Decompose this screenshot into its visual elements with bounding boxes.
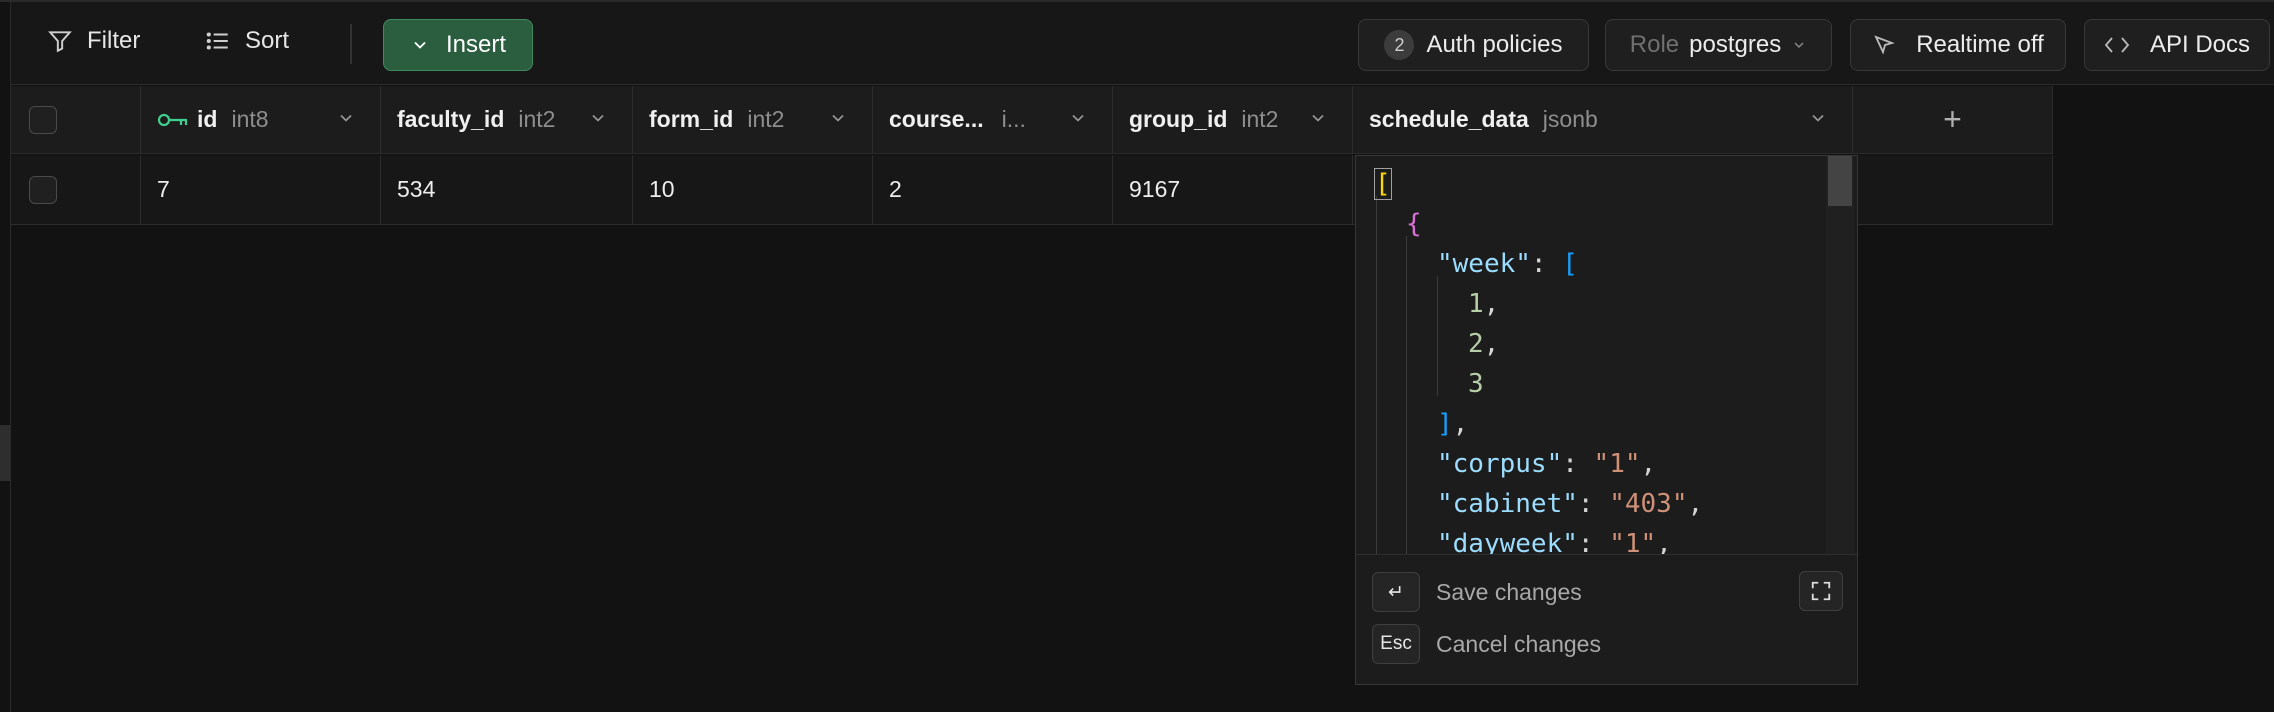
code-line: "cabinet": "403", xyxy=(1437,489,1704,519)
column-type: int2 xyxy=(518,106,556,132)
expand-editor-button[interactable] xyxy=(1799,571,1843,611)
row-checkbox[interactable] xyxy=(29,175,57,204)
json-editor-popup: [ { "week": [ 1, 2, 3 ], "corpus": "1", … xyxy=(1355,155,1858,685)
save-changes-button[interactable]: ↵ Save changes xyxy=(1372,572,1582,612)
cancel-changes-button[interactable]: Esc Cancel changes xyxy=(1372,624,1601,664)
table-cell-course[interactable]: 2 xyxy=(873,155,1113,225)
table-cell-id[interactable]: 7 xyxy=(141,155,381,225)
api-docs-button[interactable]: API Docs xyxy=(2084,19,2270,71)
policy-count-badge: 2 xyxy=(1384,30,1415,60)
role-selector[interactable]: Role postgres xyxy=(1605,19,1832,71)
column-type: int2 xyxy=(747,106,785,132)
column-type: jsonb xyxy=(1542,106,1598,132)
editor-scrollbar[interactable] xyxy=(1826,156,1854,554)
column-header-group-id[interactable]: group_id int2 xyxy=(1113,86,1353,154)
api-docs-label: API Docs xyxy=(2149,31,2251,58)
code-line: { xyxy=(1406,209,1422,239)
chevron-down-icon[interactable] xyxy=(1808,108,1828,128)
role-value: postgres xyxy=(1689,31,1782,58)
scrollbar-thumb[interactable] xyxy=(1828,156,1852,206)
select-all-cell xyxy=(11,86,141,154)
add-column-button[interactable]: + xyxy=(1853,86,2053,154)
chevron-down-icon[interactable] xyxy=(828,108,848,128)
column-type: int2 xyxy=(1241,106,1279,132)
column-header-faculty-id[interactable]: faculty_id int2 xyxy=(381,86,633,154)
table-cell-group-id[interactable]: 9167 xyxy=(1113,155,1353,225)
column-header-schedule-data[interactable]: schedule_data jsonb xyxy=(1353,86,1853,154)
key-icon xyxy=(157,113,188,126)
editor-divider xyxy=(1356,554,1857,555)
indent-guide xyxy=(1406,236,1407,554)
list-icon xyxy=(206,32,228,50)
select-all-checkbox[interactable] xyxy=(29,105,57,134)
escape-key-icon: Esc xyxy=(1372,624,1420,664)
enter-key-icon: ↵ xyxy=(1372,572,1420,612)
code-line: 2, xyxy=(1468,329,1500,359)
cursor-icon xyxy=(1874,35,1896,55)
table-cell-faculty-id[interactable]: 534 xyxy=(381,155,633,225)
indent-guide xyxy=(1376,196,1377,554)
row-select-cell xyxy=(11,155,141,225)
column-name: faculty_id xyxy=(397,106,505,132)
column-header-id[interactable]: id int8 xyxy=(141,86,381,154)
sidebar-resize-handle[interactable] xyxy=(0,425,10,481)
chevron-down-icon[interactable] xyxy=(336,108,356,128)
column-name: id xyxy=(197,106,218,132)
column-type: i... xyxy=(1001,106,1026,132)
save-changes-label: Save changes xyxy=(1436,578,1582,605)
code-line: [ xyxy=(1374,168,1392,200)
insert-button[interactable]: Insert xyxy=(383,19,533,71)
code-line: 3 xyxy=(1468,369,1484,399)
code-line: ], xyxy=(1437,409,1469,439)
table-toolbar: Filter Sort Insert 2 Auth policies Role … xyxy=(11,2,2274,85)
cancel-changes-label: Cancel changes xyxy=(1436,630,1601,657)
realtime-label: Realtime off xyxy=(1916,31,2044,58)
column-name: form_id xyxy=(649,106,734,132)
column-name: course... xyxy=(889,106,984,132)
filter-button[interactable]: Filter xyxy=(47,27,140,55)
code-line: "corpus": "1", xyxy=(1437,449,1657,479)
auth-policies-label: Auth policies xyxy=(1426,31,1563,58)
auth-policies-button[interactable]: 2 Auth policies xyxy=(1358,19,1589,71)
column-type: int8 xyxy=(231,106,269,132)
column-name: group_id xyxy=(1129,106,1228,132)
chevron-down-icon xyxy=(1794,42,1804,49)
expand-icon xyxy=(1811,581,1831,601)
column-name: schedule_data xyxy=(1369,106,1529,132)
chevron-down-icon[interactable] xyxy=(588,108,608,128)
chevron-down-icon xyxy=(414,41,426,49)
code-line: 1, xyxy=(1468,289,1500,319)
code-line: "week": [ xyxy=(1437,249,1578,279)
filter-label: Filter xyxy=(87,27,141,54)
chevron-down-icon[interactable] xyxy=(1068,108,1088,128)
insert-label: Insert xyxy=(445,31,507,58)
table-cell-empty xyxy=(1853,155,2053,225)
table-cell-form-id[interactable]: 10 xyxy=(633,155,873,225)
code-icon xyxy=(2104,37,2130,53)
column-header-course[interactable]: course... i... xyxy=(873,86,1113,154)
filter-icon xyxy=(48,31,72,53)
json-code-editor[interactable]: [ { "week": [ 1, 2, 3 ], "corpus": "1", … xyxy=(1374,156,1854,554)
sort-label: Sort xyxy=(245,27,290,54)
toolbar-divider xyxy=(350,24,352,64)
chevron-down-icon[interactable] xyxy=(1308,108,1328,128)
code-line: "dayweek": "1", xyxy=(1437,529,1672,554)
role-prefix: Role xyxy=(1629,31,1680,58)
indent-guide xyxy=(1437,276,1438,396)
realtime-button[interactable]: Realtime off xyxy=(1850,19,2066,71)
column-header-form-id[interactable]: form_id int2 xyxy=(633,86,873,154)
sort-button[interactable]: Sort xyxy=(205,27,289,55)
